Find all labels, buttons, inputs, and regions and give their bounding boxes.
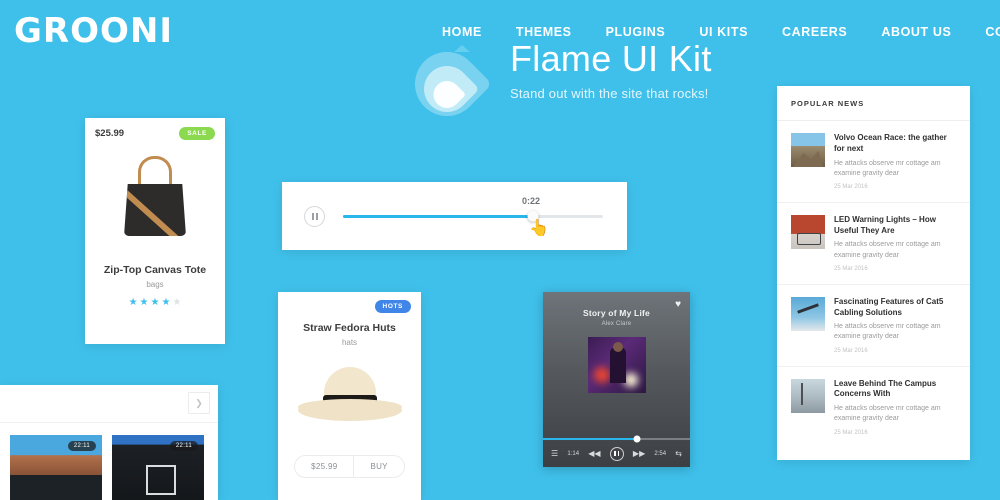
buy-button[interactable]: BUY [353,456,403,477]
gallery-header: ❯ [0,385,218,423]
nav-item-plugins[interactable]: PLUGINS [589,25,683,39]
nav-item-contact[interactable]: CONTACT [968,25,1000,39]
music-player-card[interactable]: ♥ Story of My Life Alex Clare ☰ 1:14 ◀◀ … [543,292,690,467]
chevron-right-icon[interactable]: ❯ [188,392,210,414]
news-date: 25 Mar 2016 [834,265,868,272]
video-duration: 22:11 [67,441,96,451]
site-logo[interactable]: GROONI [14,14,173,48]
news-date: 25 Mar 2016 [834,429,868,436]
hero-title: Flame UI Kit [510,38,712,79]
news-title[interactable]: Fascinating Features of Cat5 Cabling Sol… [834,297,956,319]
product-card-header: $25.99 SALE [85,118,225,140]
equalizer-icon[interactable]: ☰ [551,449,558,458]
product-card-tote[interactable]: $25.99 SALE Zip-Top Canvas Tote bags ★ ★… [85,118,225,344]
hero-subtitle: Stand out with the site that rocks! [510,85,709,101]
mountain-thumbnail [791,133,825,167]
coast-thumbnail [791,378,825,413]
music-artist: Alex Clare [601,321,632,327]
hat-card-header: HOTS [278,292,421,313]
news-list-item[interactable]: Fascinating Features of Cat5 Cabling Sol… [777,285,970,367]
star-2[interactable]: ★ [140,298,149,308]
news-title[interactable]: Volvo Ocean Race: the gather for next [834,133,956,155]
audio-time: 0:22 [522,196,541,206]
news-description: He attacks observe mr cottage am examine… [834,323,941,341]
video-duration: 22:11 [169,441,198,451]
hat-name: Straw Fedora Huts [303,322,396,334]
video-gallery-card: ❯ 22:11 22:11 [0,385,218,500]
product-card-hat[interactable]: HOTS Straw Fedora Huts hats $25.99 BUY [278,292,421,500]
rewind-icon[interactable]: ◀◀ [588,449,600,458]
main-navigation: HOME THEMES PLUGINS UI KITS CAREERS ABOU… [425,25,1000,39]
gallery-thumbnails: 22:11 22:11 [0,423,218,500]
news-title[interactable]: Leave Behind The Campus Concerns With [834,379,956,401]
audio-progress-slider[interactable] [343,210,603,222]
news-description: He attacks observe mr cottage am examine… [834,241,941,259]
popular-news-panel: POPULAR NEWS Volvo Ocean Race: the gathe… [777,86,970,460]
hat-price-button[interactable]: $25.99 [295,456,353,477]
product-rating[interactable]: ★ ★ ★ ★ ★ [85,298,225,308]
page-root: GROONI HOME THEMES PLUGINS UI KITS CAREE… [0,0,1000,500]
news-list-item[interactable]: Leave Behind The Campus Concerns With He… [777,367,970,448]
news-title[interactable]: LED Warning Lights – How Useful They Are [834,215,956,237]
news-list-item[interactable]: LED Warning Lights – How Useful They Are… [777,203,970,285]
star-1[interactable]: ★ [129,298,138,308]
hero-section: Flame UI Kit Stand out with the site tha… [401,38,712,130]
product-name: Zip-Top Canvas Tote [103,264,207,276]
hat-actions: $25.99 BUY [294,455,405,478]
music-elapsed: 1:14 [567,450,580,457]
star-4[interactable]: ★ [161,298,170,308]
shuffle-icon[interactable]: ⇆ [675,449,682,458]
hat-category: hats [341,338,358,347]
bicycle-thumbnail [791,214,825,249]
sale-badge: SALE [179,127,215,140]
flame-icon [401,38,493,130]
pause-icon[interactable] [304,205,325,227]
nav-item-home[interactable]: HOME [425,25,499,39]
music-controls: ☰ 1:14 ◀◀ ▶▶ 2:54 ⇆ [543,440,690,467]
news-description: He attacks observe mr cottage am examine… [834,159,941,177]
product-price: $25.99 [95,128,125,139]
straw-hat-image [278,353,421,445]
heart-icon[interactable]: ♥ [675,299,681,310]
album-art-image [587,337,646,393]
music-title: Story of My Life [583,308,650,318]
canyon-tent-thumbnail[interactable]: 22:11 [10,435,102,500]
music-duration: 2:54 [654,450,667,457]
product-category: bags [146,280,164,289]
audio-player-card[interactable]: 0:22 👆 [282,182,627,250]
tote-bag-image [85,144,225,254]
news-panel-heading: POPULAR NEWS [777,86,970,121]
news-date: 25 Mar 2016 [834,183,868,190]
drone-thumbnail [791,296,825,331]
nav-item-themes[interactable]: THEMES [499,25,589,39]
hand-pointer-icon: 👆 [529,220,549,237]
hero-text: Flame UI Kit Stand out with the site tha… [510,40,712,101]
pause-icon[interactable] [609,446,624,461]
news-list-item[interactable]: Volvo Ocean Race: the gather for next He… [777,121,970,203]
hots-badge: HOTS [374,300,411,313]
city-night-thumbnail[interactable]: 22:11 [112,435,204,500]
nav-item-ui-kits[interactable]: UI KITS [682,25,765,39]
news-description: He attacks observe mr cottage am examine… [834,405,941,423]
nav-item-careers[interactable]: CAREERS [765,25,864,39]
news-date: 25 Mar 2016 [834,347,868,354]
star-5[interactable]: ★ [172,298,181,308]
star-3[interactable]: ★ [151,298,160,308]
nav-item-about-us[interactable]: ABOUT US [864,25,968,39]
forward-icon[interactable]: ▶▶ [633,449,645,458]
audio-progress-fill [343,214,533,218]
